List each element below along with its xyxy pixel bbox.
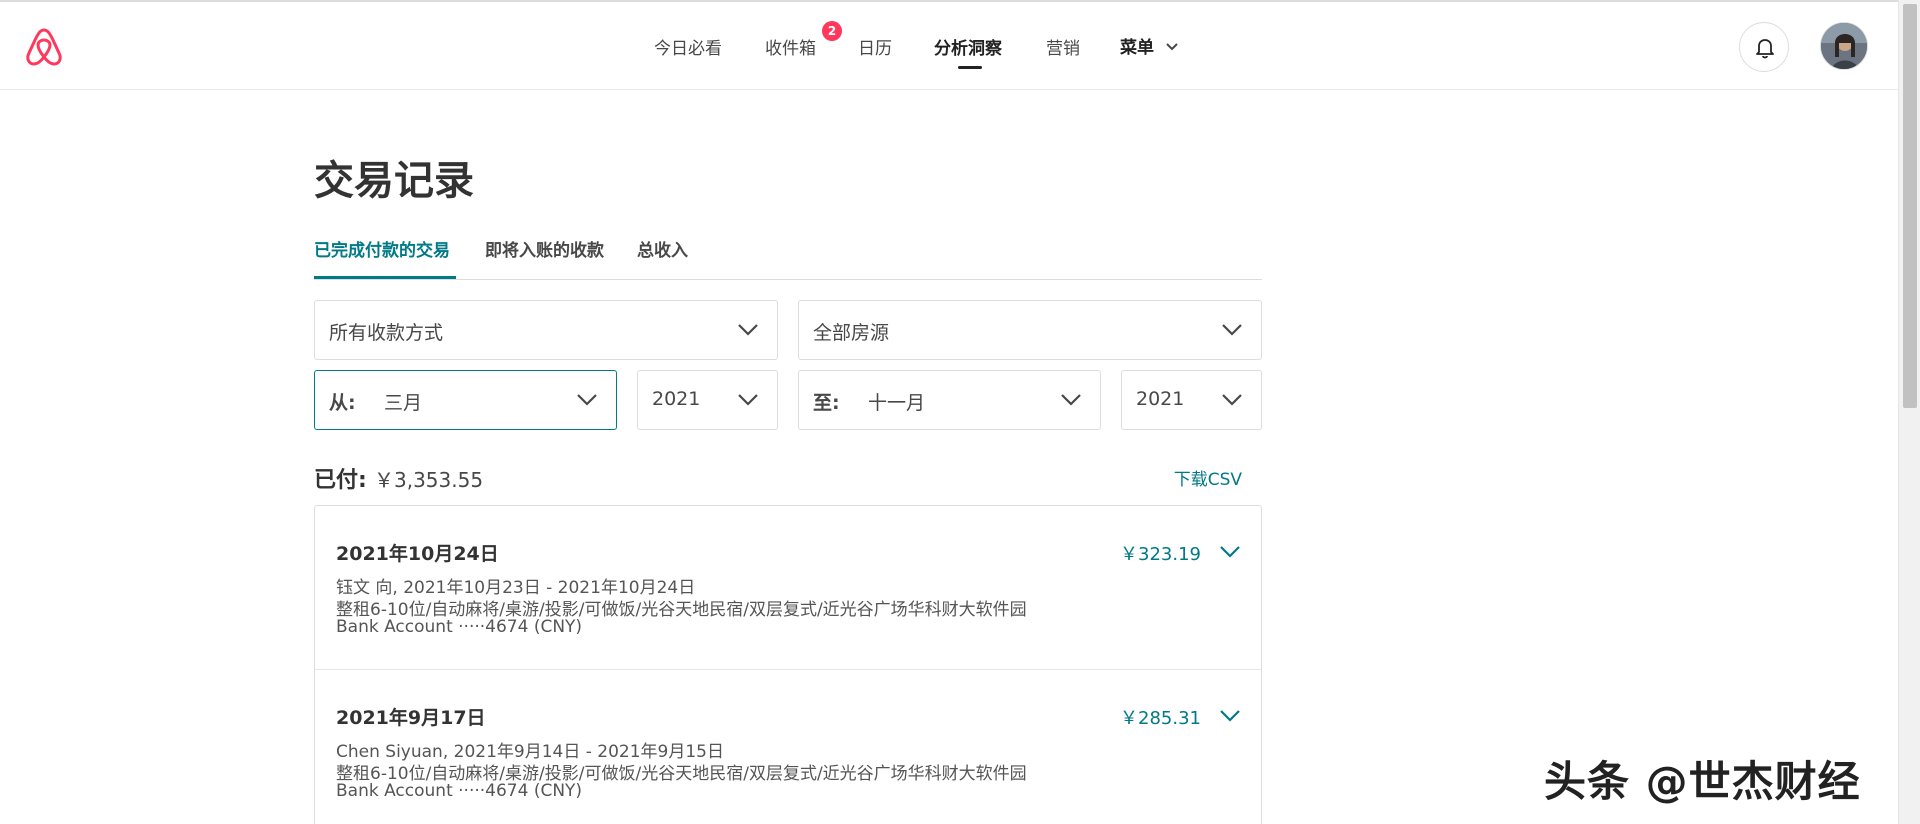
chevron-down-icon[interactable] — [1219, 545, 1241, 559]
page-title: 交易记录 — [314, 158, 474, 204]
to-year-value: 2021 — [1136, 388, 1185, 410]
tab-gross-earnings[interactable]: 总收入 — [637, 236, 688, 261]
list-item[interactable]: 2021年9月17日 ￥285.31 Chen Siyuan, 2021年9月1… — [315, 670, 1261, 824]
to-month-value: 十一月 — [868, 392, 926, 414]
nav-marketing[interactable]: 营销 — [1046, 34, 1080, 59]
payout-method-select[interactable]: 所有收款方式 — [314, 300, 778, 360]
transaction-tabs: 已完成付款的交易 即将入账的收款 总收入 — [314, 232, 1262, 280]
chevron-down-icon[interactable] — [1165, 40, 1179, 54]
to-label: 至: — [813, 392, 840, 414]
transactions-list: 2021年10月24日 ￥323.19 钰文 向, 2021年10月23日 - … — [314, 505, 1262, 824]
from-year-select[interactable]: 2021 — [637, 370, 778, 430]
transaction-date: 2021年10月24日 — [336, 543, 499, 565]
user-photo-icon — [1821, 23, 1867, 69]
transaction-date: 2021年9月17日 — [336, 707, 486, 729]
from-month-select[interactable]: 从: 三月 — [314, 370, 617, 430]
nav-menu[interactable]: 菜单 — [1120, 33, 1154, 58]
to-year-select[interactable]: 2021 — [1121, 370, 1262, 430]
scrollbar-thumb[interactable] — [1903, 4, 1917, 408]
tab-completed-payouts[interactable]: 已完成付款的交易 — [314, 236, 450, 261]
listing-value: 全部房源 — [813, 322, 890, 344]
from-label: 从: — [329, 392, 356, 414]
from-year-value: 2021 — [652, 388, 701, 410]
watermark-text: 头条 @世杰财经 — [1544, 757, 1861, 806]
avatar[interactable] — [1820, 22, 1868, 70]
chevron-down-icon[interactable] — [1219, 709, 1241, 723]
notifications-button[interactable] — [1739, 22, 1789, 72]
nav-today[interactable]: 今日必看 — [654, 34, 722, 59]
transaction-amount: ￥285.31 — [1120, 708, 1201, 729]
tab-upcoming-payouts[interactable]: 即将入账的收款 — [485, 236, 604, 261]
tab-active-underline — [314, 276, 456, 279]
nav-insights[interactable]: 分析洞察 — [934, 34, 1002, 59]
nav-calendar[interactable]: 日历 — [858, 34, 892, 59]
transaction-account: Bank Account ·····4674 (CNY) — [336, 617, 583, 637]
nav-active-underline — [958, 66, 982, 69]
paid-label: 已付: — [314, 468, 367, 493]
chevron-down-icon — [1222, 324, 1242, 336]
listing-select[interactable]: 全部房源 — [798, 300, 1262, 360]
top-header: 今日必看 收件箱 2 日历 分析洞察 营销 菜单 — [0, 0, 1898, 90]
from-month-value: 三月 — [384, 392, 423, 414]
to-month-select[interactable]: 至: 十一月 — [798, 370, 1101, 430]
list-item[interactable]: 2021年10月24日 ￥323.19 钰文 向, 2021年10月23日 - … — [315, 506, 1261, 670]
transaction-account: Bank Account ·····4674 (CNY) — [336, 781, 583, 801]
nav-inbox[interactable]: 收件箱 — [765, 34, 816, 59]
chevron-down-icon — [1222, 394, 1242, 406]
transaction-amount: ￥323.19 — [1120, 544, 1201, 565]
chevron-down-icon — [738, 394, 758, 406]
main-nav: 今日必看 收件箱 2 日历 分析洞察 营销 菜单 — [0, 2, 1898, 90]
chevron-down-icon — [577, 394, 597, 406]
page-scrollbar[interactable] — [1898, 0, 1920, 824]
payout-method-value: 所有收款方式 — [329, 322, 444, 344]
inbox-badge: 2 — [822, 21, 842, 41]
download-csv-link[interactable]: 下载CSV — [1174, 465, 1242, 490]
bell-icon — [1756, 39, 1774, 59]
paid-summary: 已付: ￥3,353.55 下载CSV — [314, 462, 1262, 493]
chevron-down-icon — [1061, 394, 1081, 406]
paid-total: ￥3,353.55 — [374, 468, 484, 492]
chevron-down-icon — [738, 324, 758, 336]
